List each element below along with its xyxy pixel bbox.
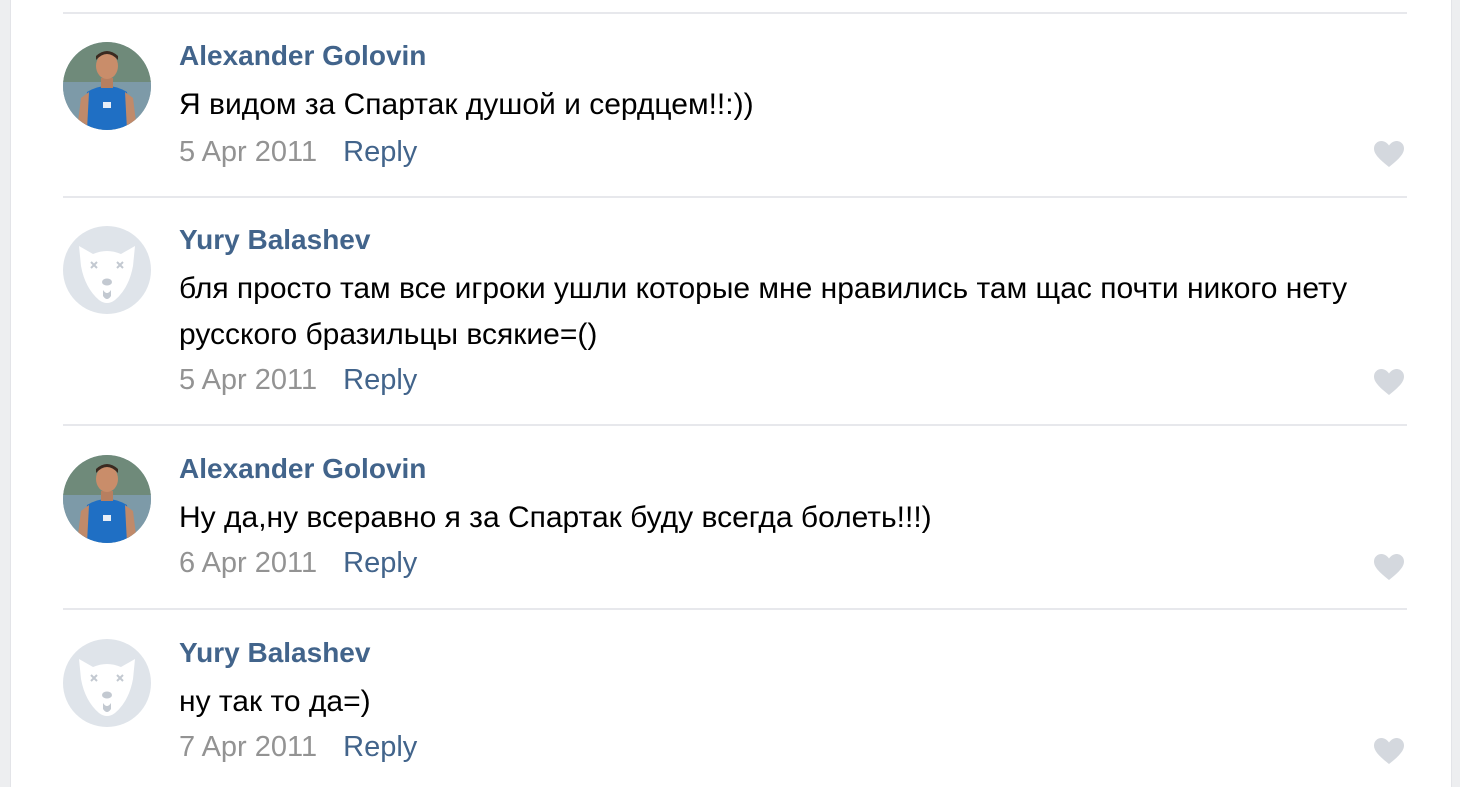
deleted-dog-avatar[interactable] <box>63 639 151 727</box>
comment-divider <box>63 196 1407 198</box>
reply-button[interactable]: Reply <box>343 547 417 579</box>
comment-divider <box>63 12 1407 14</box>
comment-divider <box>63 608 1407 610</box>
comment-author[interactable]: Yury Balashev <box>179 224 370 256</box>
comment-date[interactable]: 5 Apr 2011 <box>179 364 317 396</box>
heart-icon[interactable] <box>1373 140 1405 168</box>
comment-text: ну так то да=) <box>179 685 371 718</box>
comment-date[interactable]: 7 Apr 2011 <box>179 731 317 763</box>
comment-item: Alexander Golovin Я видом за Спартак душ… <box>63 40 1407 182</box>
comment-author[interactable]: Alexander Golovin <box>179 40 426 72</box>
heart-icon[interactable] <box>1373 368 1405 396</box>
comment-text: Ну да,ну всеравно я за Спартак буду всег… <box>179 501 932 534</box>
heart-icon[interactable] <box>1373 737 1405 765</box>
comment-divider <box>63 424 1407 426</box>
heart-icon[interactable] <box>1373 553 1405 581</box>
deleted-dog-avatar[interactable] <box>63 226 151 314</box>
comment-item: Alexander Golovin Ну да,ну всеравно я за… <box>63 453 1407 595</box>
comment-meta: 5 Apr 2011 Reply <box>179 364 417 397</box>
comment-date[interactable]: 5 Apr 2011 <box>179 136 317 168</box>
comment-text: Я видом за Спартак душой и сердцем!!:)) <box>179 88 754 121</box>
comment-author[interactable]: Yury Balashev <box>179 637 370 669</box>
comments-panel: Alexander Golovin Я видом за Спартак душ… <box>10 0 1452 787</box>
reply-button[interactable]: Reply <box>343 136 417 168</box>
user-photo-avatar[interactable] <box>63 42 151 130</box>
comment-item: Yury Balashev ну так то да=) 7 Apr 2011 R… <box>63 637 1407 779</box>
comment-author[interactable]: Alexander Golovin <box>179 453 426 485</box>
reply-button[interactable]: Reply <box>343 364 417 396</box>
comment-date[interactable]: 6 Apr 2011 <box>179 547 317 579</box>
comment-item: Yury Balashev бля просто там все игроки … <box>63 224 1407 416</box>
user-photo-avatar[interactable] <box>63 455 151 543</box>
comment-meta: 7 Apr 2011 Reply <box>179 731 417 764</box>
comment-meta: 6 Apr 2011 Reply <box>179 547 417 580</box>
reply-button[interactable]: Reply <box>343 731 417 763</box>
comment-text: бля просто там все игроки ушли которые м… <box>179 272 1348 351</box>
comment-meta: 5 Apr 2011 Reply <box>179 136 417 169</box>
